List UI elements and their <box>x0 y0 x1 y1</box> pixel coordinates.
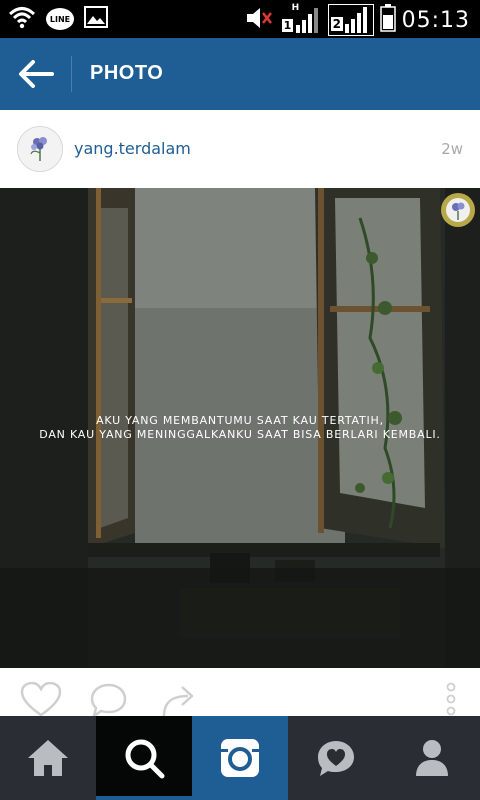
status-bar: LINE H 1 2 05:13 <box>0 0 480 38</box>
nav-camera[interactable] <box>192 716 288 800</box>
share-icon <box>162 686 194 717</box>
line-app-icon: LINE <box>46 8 74 30</box>
search-icon <box>125 739 165 779</box>
username-link[interactable]: yang.terdalam <box>74 139 191 158</box>
signal-sim2-icon: 2 <box>327 4 374 36</box>
back-button[interactable] <box>16 58 56 90</box>
nav-search[interactable] <box>96 716 192 800</box>
avatar[interactable] <box>17 126 63 172</box>
app-header: PHOTO <box>0 38 480 110</box>
bottom-navigation <box>0 716 480 800</box>
photo-caption-text: AKU YANG MEMBANTUMU SAAT KAU TERTATIH, D… <box>0 414 480 442</box>
photo-user-badge[interactable] <box>441 193 475 227</box>
heart-icon <box>20 681 62 717</box>
caption-line-1: AKU YANG MEMBANTUMU SAAT KAU TERTATIH, <box>96 414 384 427</box>
signal-sim1-icon: H 1 <box>280 3 322 35</box>
camera-icon <box>221 739 259 777</box>
header-divider <box>71 56 72 92</box>
battery-icon <box>379 4 396 36</box>
page-title: PHOTO <box>90 62 164 84</box>
post-actions <box>0 668 480 719</box>
mute-icon <box>244 5 274 35</box>
more-vertical-icon <box>446 682 456 716</box>
caption-line-2: DAN KAU YANG MENINGGALKANKU SAAT BISA BE… <box>39 428 441 441</box>
arrow-left-icon <box>19 60 54 88</box>
gallery-icon <box>84 6 108 32</box>
nav-home[interactable] <box>0 716 96 800</box>
post-age: 2w <box>441 140 463 158</box>
nav-profile[interactable] <box>384 716 480 800</box>
flower-avatar-icon <box>18 127 62 171</box>
profile-icon <box>416 740 448 776</box>
home-icon <box>28 740 68 776</box>
flower-badge-icon <box>446 198 470 222</box>
clock: 05:13 <box>401 7 470 33</box>
post-photo[interactable]: AKU YANG MEMBANTUMU SAAT KAU TERTATIH, D… <box>0 188 480 668</box>
comment-icon <box>90 683 127 719</box>
wifi-icon <box>8 5 36 33</box>
activity-heart-icon <box>318 741 354 776</box>
post-header: yang.terdalam 2w <box>0 110 480 188</box>
nav-activity[interactable] <box>288 716 384 800</box>
